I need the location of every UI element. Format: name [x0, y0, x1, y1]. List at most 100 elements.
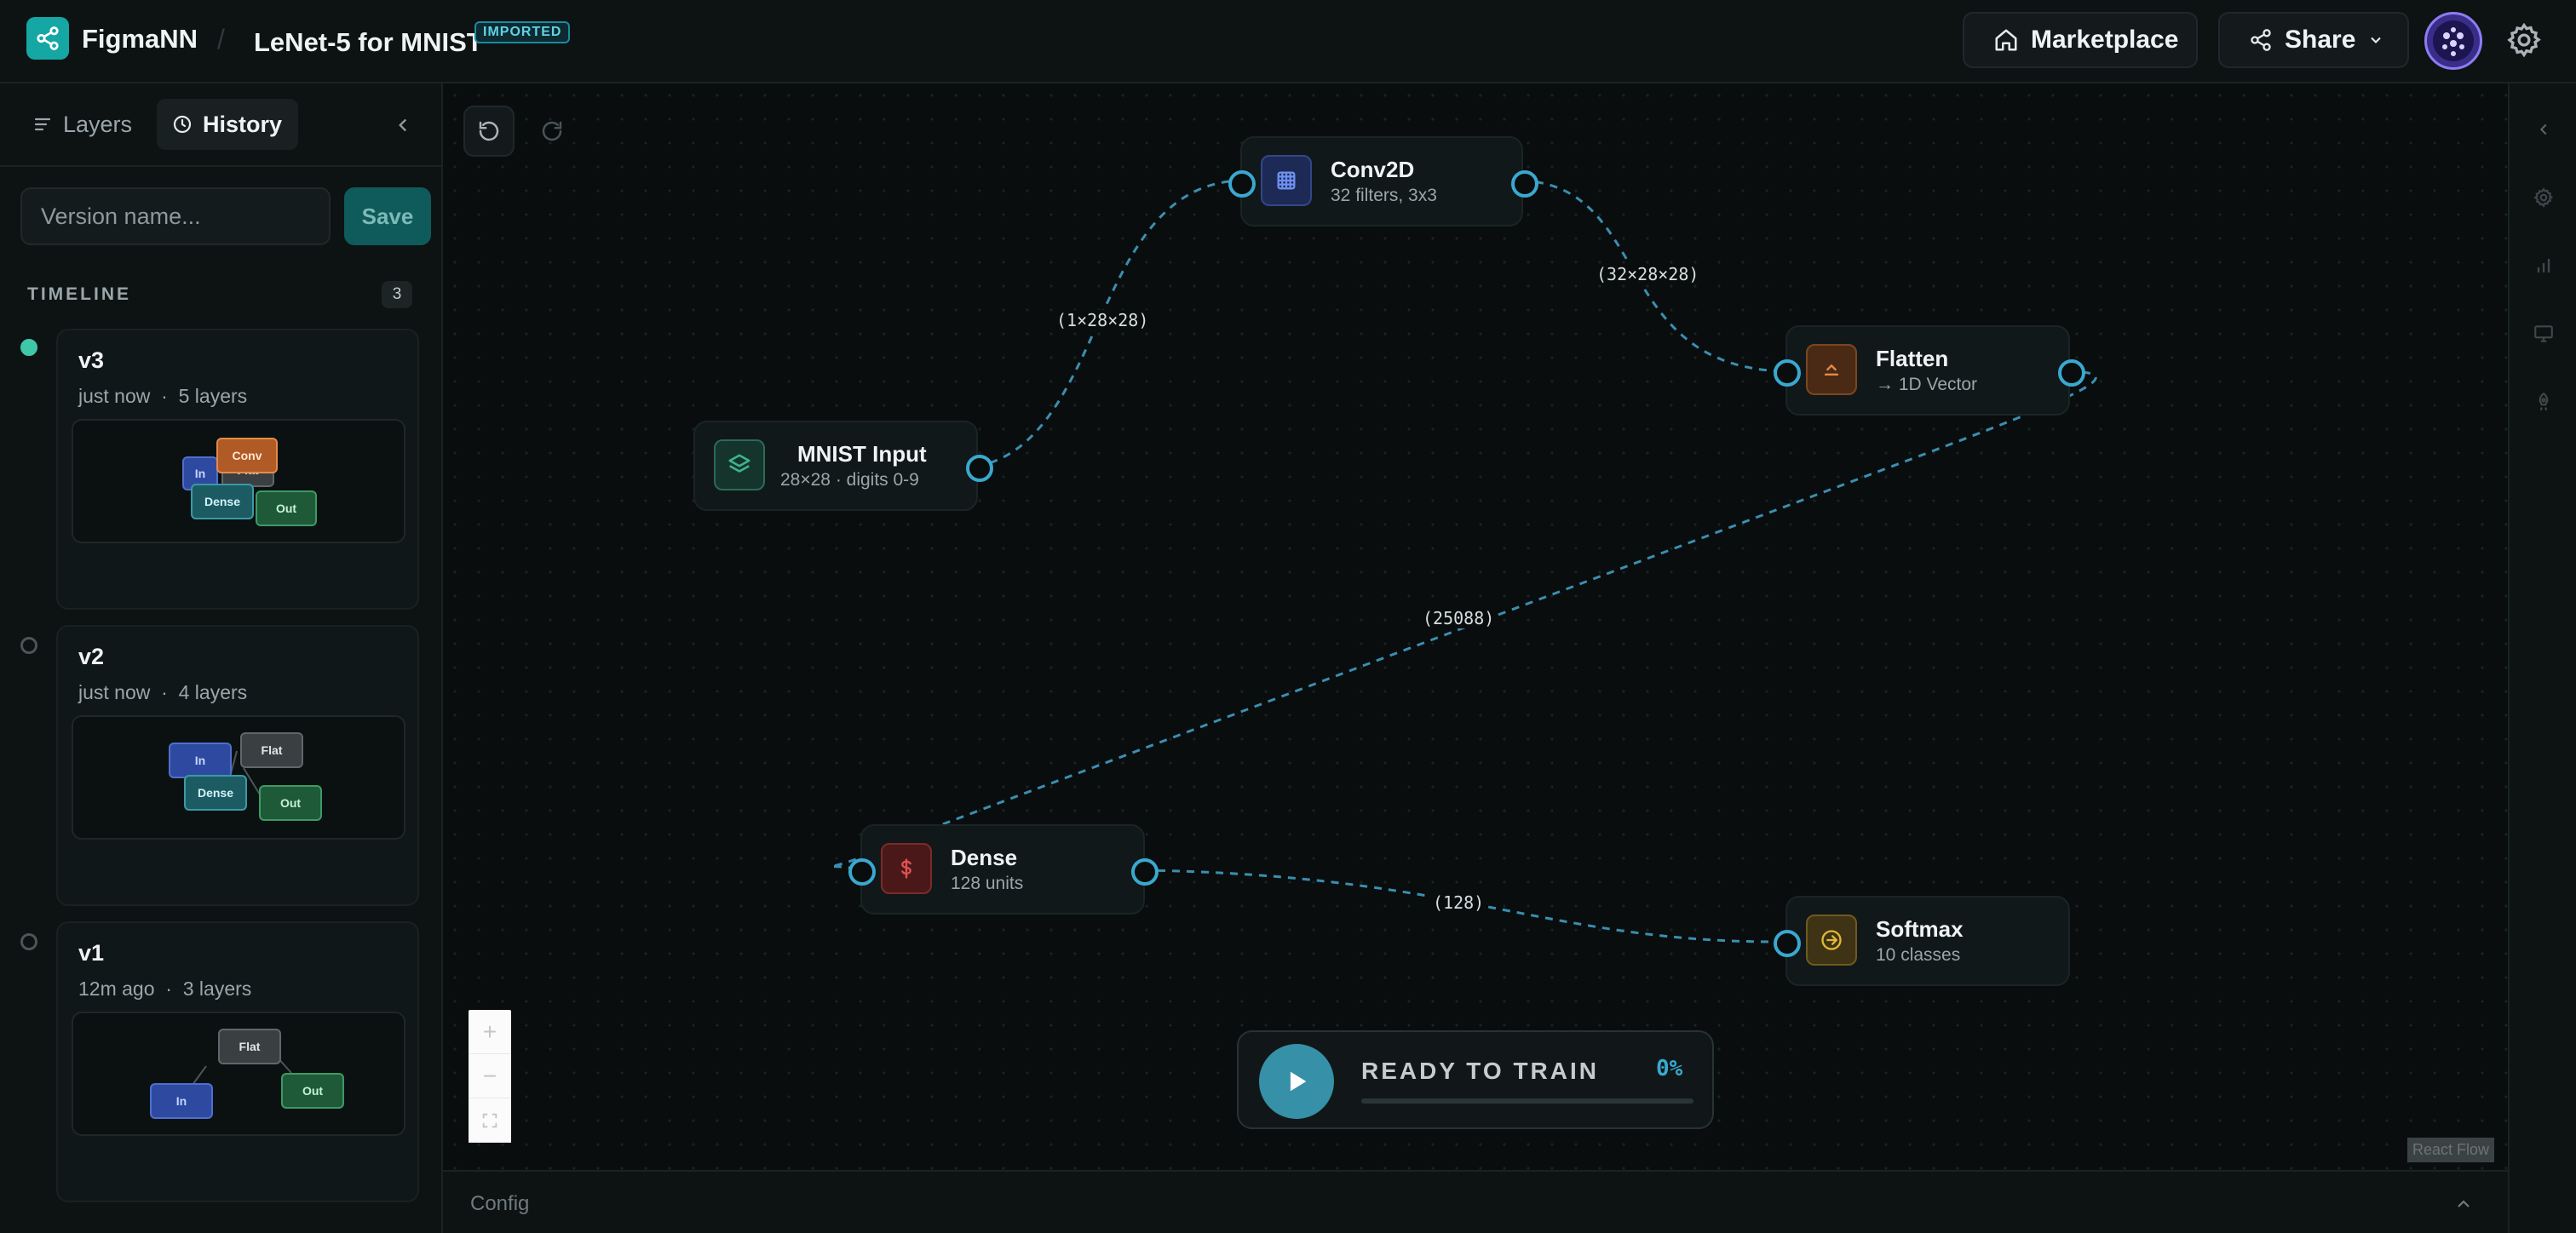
preview-node-dense: Dense — [184, 775, 247, 811]
share-label: Share — [2285, 26, 2356, 54]
settings-icon[interactable] — [2532, 186, 2556, 209]
network-canvas[interactable]: (1×28×28) (32×28×28) (25088) (128) MNIST… — [443, 83, 2508, 1170]
node-subtitle: → 1D Vector — [1876, 375, 1978, 394]
play-icon — [1290, 1071, 1307, 1092]
node-subtitle: 32 filters, 3x3 — [1331, 186, 1437, 205]
timeline-count-badge: 3 — [382, 281, 412, 308]
input-handle[interactable] — [1774, 930, 1801, 957]
output-handle[interactable] — [1511, 170, 1538, 198]
input-handle[interactable] — [1228, 170, 1256, 198]
chevron-up-icon[interactable] — [2453, 1194, 2474, 1214]
node-subtitle: 28×28 · digits 0-9 — [780, 470, 919, 490]
arrow-circle-icon — [1806, 915, 1857, 966]
edge-label: (25088) — [1421, 608, 1497, 628]
output-handle[interactable] — [1131, 858, 1159, 886]
dollar-icon — [881, 843, 932, 894]
flatten-icon — [1806, 344, 1857, 395]
edge-label: (1×28×28) — [1055, 310, 1151, 330]
training-progress-bar — [1361, 1098, 1693, 1104]
output-handle[interactable] — [966, 455, 993, 482]
share-icon — [2251, 29, 2271, 51]
expand-panel-icon[interactable] — [2532, 118, 2556, 141]
collapse-sidebar-icon[interactable] — [392, 114, 414, 136]
zoom-in-button[interactable]: + — [469, 1010, 511, 1054]
preview-node-out: Out — [259, 785, 322, 821]
preview-node-in: In — [169, 743, 232, 778]
preview-node-flat: Flat — [240, 732, 303, 768]
version-card-v3[interactable]: v3 just now · 5 layers In Flat Conv Dens… — [56, 329, 419, 610]
version-name: v1 — [78, 940, 105, 966]
rocket-icon[interactable] — [2532, 390, 2556, 414]
timeline-dot-active — [20, 339, 37, 356]
version-name: v3 — [78, 347, 105, 373]
version-card-v1[interactable]: v1 12m ago · 3 layers Flat In Out — [56, 921, 419, 1202]
node-subtitle: 10 classes — [1876, 945, 1961, 965]
gear-icon[interactable] — [2505, 21, 2543, 59]
imported-badge: IMPORTED — [474, 21, 571, 43]
tab-history-label: History — [203, 111, 283, 137]
chevron-down-icon — [2371, 37, 2382, 43]
version-card-v2[interactable]: v2 just now · 4 layers In Flat Dense Out — [56, 625, 419, 906]
input-handle[interactable] — [848, 858, 876, 886]
output-handle[interactable] — [2058, 359, 2085, 387]
node-title: Conv2D — [1331, 157, 1415, 182]
edge-label: (32×28×28) — [1595, 264, 1701, 284]
version-name-input[interactable] — [20, 187, 331, 245]
react-flow-attribution[interactable]: React Flow — [2407, 1138, 2495, 1162]
save-version-button[interactable]: Save — [344, 187, 431, 245]
project-title[interactable]: LeNet-5 for MNIST — [254, 27, 483, 58]
zoom-out-button[interactable]: − — [469, 1054, 511, 1098]
node-softmax[interactable]: Softmax 10 classes — [1774, 896, 2070, 986]
config-label: Config — [470, 1192, 530, 1215]
clock-icon — [173, 115, 192, 134]
tab-history[interactable]: History — [157, 99, 298, 150]
avatar-pattern-icon — [2433, 20, 2474, 61]
app-logo[interactable] — [26, 17, 69, 60]
grid-icon — [1261, 155, 1312, 206]
version-meta: just now · 4 layers — [78, 681, 248, 703]
preview-node-in: In — [150, 1083, 213, 1119]
input-handle[interactable] — [1774, 359, 1801, 387]
version-preview: In Flat Conv Dense Out — [72, 419, 405, 543]
history-sidebar: Layers History Save TIMELINE 3 v3 just n… — [0, 83, 443, 1233]
node-dense[interactable]: Dense 128 units — [848, 824, 1159, 915]
preview-node-out: Out — [281, 1073, 344, 1109]
list-icon — [34, 118, 51, 131]
training-panel: READY TO TRAIN 0% — [1237, 1030, 1714, 1129]
preview-node-conv: Conv — [216, 438, 278, 473]
title-separator: / — [217, 24, 225, 54]
layers-icon — [714, 439, 765, 490]
timeline-heading: TIMELINE — [27, 284, 131, 304]
version-name: v2 — [78, 644, 105, 669]
marketplace-label: Marketplace — [2031, 26, 2179, 54]
preview-node-dense: Dense — [191, 484, 254, 519]
timeline-dot — [20, 933, 37, 950]
bar-chart-icon[interactable] — [2532, 254, 2556, 278]
edge-label: (128) — [1431, 892, 1486, 913]
training-percent: 0% — [1656, 1056, 1683, 1081]
play-train-button[interactable] — [1259, 1044, 1334, 1119]
config-panel-bar[interactable]: Config — [443, 1170, 2508, 1233]
version-preview: In Flat Dense Out — [72, 715, 405, 840]
version-meta: just now · 5 layers — [78, 385, 248, 407]
node-flatten[interactable]: Flatten → 1D Vector — [1774, 325, 2085, 416]
preview-node-out: Out — [256, 490, 317, 526]
node-title: Flatten — [1876, 346, 1949, 371]
fit-view-button[interactable] — [469, 1098, 511, 1143]
node-conv2d[interactable]: Conv2D 32 filters, 3x3 — [1228, 136, 1538, 227]
timeline-dot — [20, 637, 37, 654]
version-meta: 12m ago · 3 layers — [78, 978, 252, 1000]
brand-name: FigmaNN — [82, 24, 198, 54]
sidebar-tabs: Layers History — [0, 83, 443, 167]
marketplace-button[interactable]: Marketplace — [1963, 12, 2198, 68]
training-status: READY TO TRAIN — [1361, 1058, 1599, 1084]
tab-layers-label: Layers — [63, 111, 133, 137]
share-button[interactable]: Share — [2218, 12, 2409, 68]
node-title: Softmax — [1876, 916, 1964, 942]
monitor-icon[interactable] — [2532, 322, 2556, 346]
tab-layers[interactable]: Layers — [17, 99, 145, 150]
zoom-controls: + − — [469, 1010, 511, 1143]
node-mnist-input[interactable]: MNIST Input 28×28 · digits 0-9 — [693, 421, 993, 511]
node-title: Dense — [951, 845, 1018, 870]
user-avatar[interactable] — [2424, 12, 2482, 70]
